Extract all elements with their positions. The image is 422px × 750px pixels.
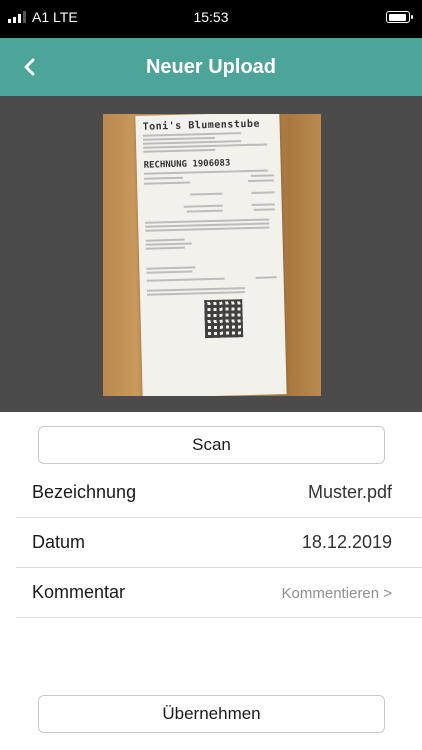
divider: [16, 617, 422, 618]
field-label: Kommentar: [32, 582, 126, 602]
comment-link[interactable]: Kommentieren >: [282, 585, 392, 602]
field-label: Datum: [32, 532, 86, 552]
receipt-image: Toni's Blumenstube RECHNUNG 1906083: [135, 114, 287, 396]
field-bezeichnung[interactable]: Bezeichnung Muster.pdf: [0, 468, 422, 518]
receipt-title: Toni's Blumenstube: [142, 118, 261, 133]
receipt-photo[interactable]: Toni's Blumenstube RECHNUNG 1906083: [103, 114, 321, 396]
battery-full-icon: [386, 11, 413, 23]
document-preview: Toni's Blumenstube RECHNUNG 1906083: [0, 96, 422, 412]
clock: 15:53: [193, 9, 229, 25]
accept-button[interactable]: Übernehmen: [38, 695, 385, 733]
field-datum[interactable]: Datum 18.12.2019: [0, 518, 422, 568]
receipt-number: RECHNUNG 1906083: [143, 158, 231, 171]
scan-button[interactable]: Scan: [38, 426, 385, 464]
field-kommentar[interactable]: Kommentar Kommentieren >: [0, 568, 422, 618]
page-title: Neuer Upload: [145, 56, 277, 78]
status-bar: A1 LTE 15:53: [0, 0, 422, 38]
field-value[interactable]: 18.12.2019: [302, 532, 392, 553]
field-label: Bezeichnung: [32, 482, 137, 502]
navigation-bar: Neuer Upload: [0, 38, 422, 96]
field-value[interactable]: Muster.pdf: [308, 482, 392, 503]
qr-code: [204, 299, 244, 339]
